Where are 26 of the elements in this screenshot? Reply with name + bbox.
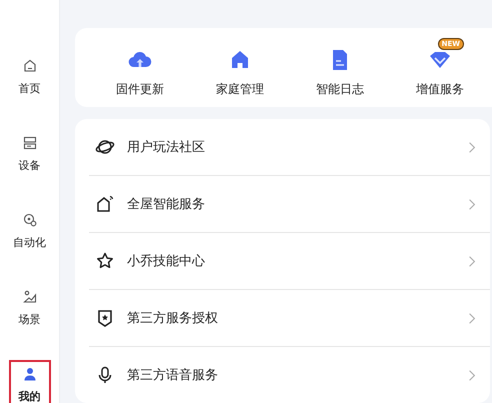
house-signal-icon <box>95 194 115 214</box>
gear-icon <box>22 212 38 228</box>
server-icon <box>22 135 38 151</box>
sidebar-item[interactable]: 首页 <box>8 52 50 102</box>
shield-icon <box>95 308 115 328</box>
menu-item[interactable]: 用户玩法社区 <box>89 119 490 176</box>
menu-item[interactable]: 小乔技能中心 <box>89 233 490 290</box>
shortcut-item[interactable]: 家庭管理 <box>190 36 290 100</box>
landscape-icon <box>22 289 38 305</box>
sidebar-item[interactable]: 场景 <box>8 283 50 333</box>
chevron-right-icon <box>468 312 476 324</box>
chevron-right-icon <box>468 254 476 268</box>
chevron-right-icon <box>468 368 476 382</box>
sidebar-item[interactable]: 自动化 <box>8 206 50 256</box>
person-icon <box>22 366 38 382</box>
star-icon <box>95 251 115 271</box>
shortcut-item[interactable]: 智能日志 <box>290 36 390 100</box>
menu-item[interactable]: 第三方服务授权 <box>89 290 490 347</box>
sidebar-item[interactable]: 我的 <box>8 360 50 403</box>
menu-item[interactable]: 全屋智能服务 <box>89 176 490 233</box>
chevron-right-icon <box>468 198 476 210</box>
chevron-right-icon <box>468 140 476 154</box>
menu-item[interactable]: 第三方语音服务 <box>89 347 490 403</box>
shortcut-item[interactable]: 固件更新 <box>90 36 190 100</box>
house-icon <box>22 58 38 74</box>
sidebar-item[interactable]: 设备 <box>8 129 50 179</box>
